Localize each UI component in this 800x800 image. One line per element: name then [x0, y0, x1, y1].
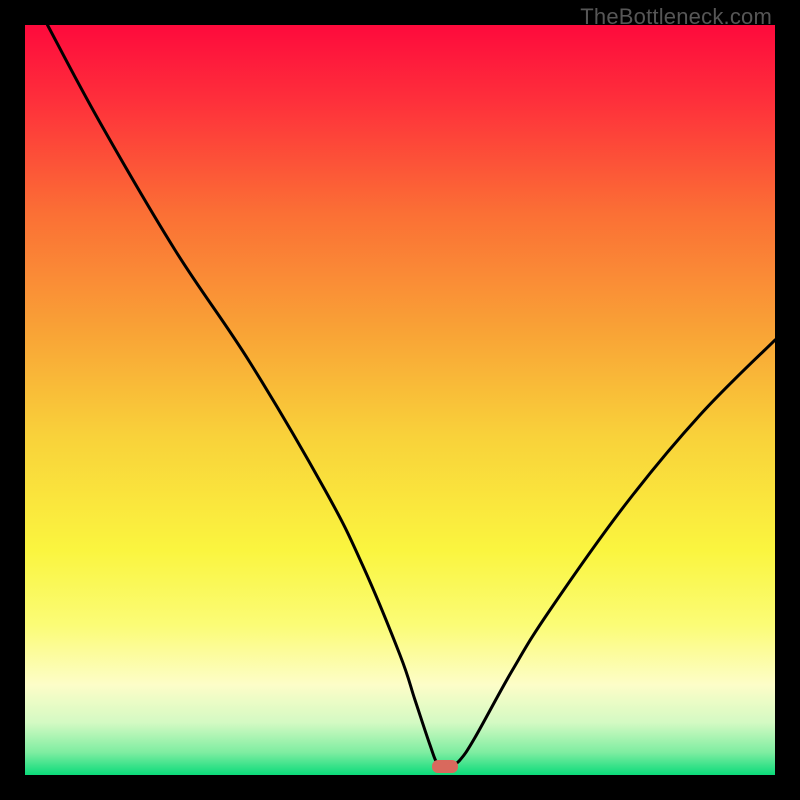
plot-area	[25, 25, 775, 775]
gradient-background	[25, 25, 775, 775]
bottleneck-chart	[25, 25, 775, 775]
chart-frame: TheBottleneck.com	[0, 0, 800, 800]
watermark-text: TheBottleneck.com	[580, 4, 772, 30]
optimal-marker	[432, 760, 458, 773]
